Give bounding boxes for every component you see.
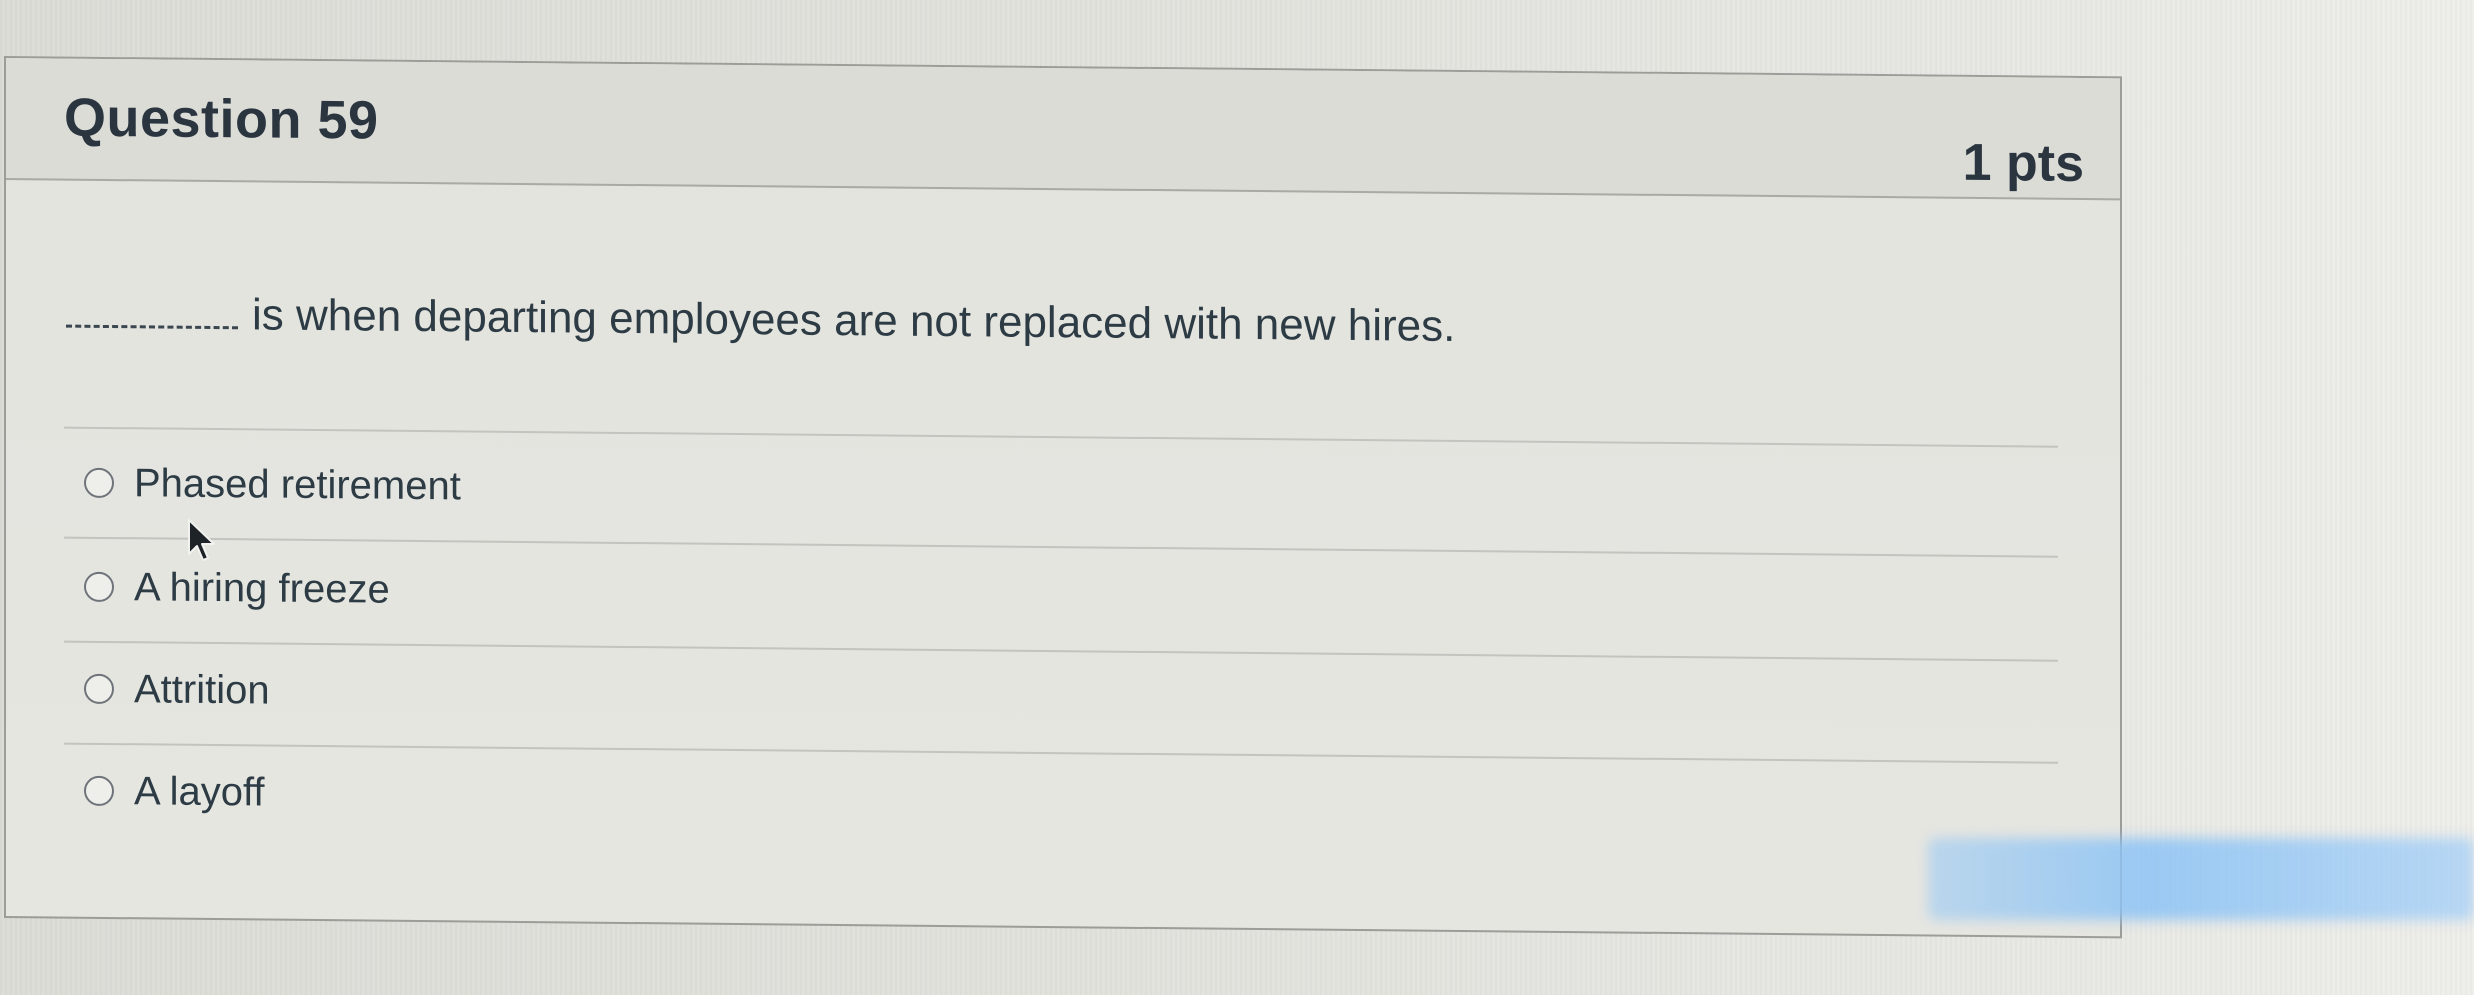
answer-label: Attrition — [134, 666, 270, 713]
answer-option-layoff[interactable]: A layoff — [84, 761, 264, 823]
divider — [64, 426, 2058, 448]
fill-in-blank — [66, 324, 238, 330]
answer-option-attrition[interactable]: Attrition — [84, 659, 270, 721]
screen-glare — [1928, 838, 2474, 920]
answer-label: A layoff — [134, 768, 265, 815]
question-title: Question 59 — [64, 87, 379, 151]
question-text-body: is when departing employees are not repl… — [252, 290, 1456, 351]
radio-button-icon[interactable] — [84, 673, 114, 705]
answer-label: A hiring freeze — [134, 564, 390, 612]
divider — [64, 536, 2058, 558]
radio-button-icon[interactable] — [84, 775, 114, 807]
question-points: 1 pts — [1962, 133, 2084, 193]
mouse-pointer-icon — [188, 519, 215, 561]
question-header: Question 59 1 pts — [6, 58, 2120, 201]
radio-button-icon[interactable] — [84, 571, 114, 603]
divider — [64, 640, 2058, 662]
question-text: is when departing employees are not repl… — [66, 289, 1455, 352]
radio-button-icon[interactable] — [84, 467, 114, 499]
quiz-question-card: Question 59 1 pts is when departing empl… — [4, 56, 2122, 939]
answer-option-hiring-freeze[interactable]: A hiring freeze — [84, 557, 390, 620]
answer-option-phased-retirement[interactable]: Phased retirement — [84, 453, 461, 517]
divider — [64, 742, 2058, 764]
answer-label: Phased retirement — [134, 460, 461, 508]
